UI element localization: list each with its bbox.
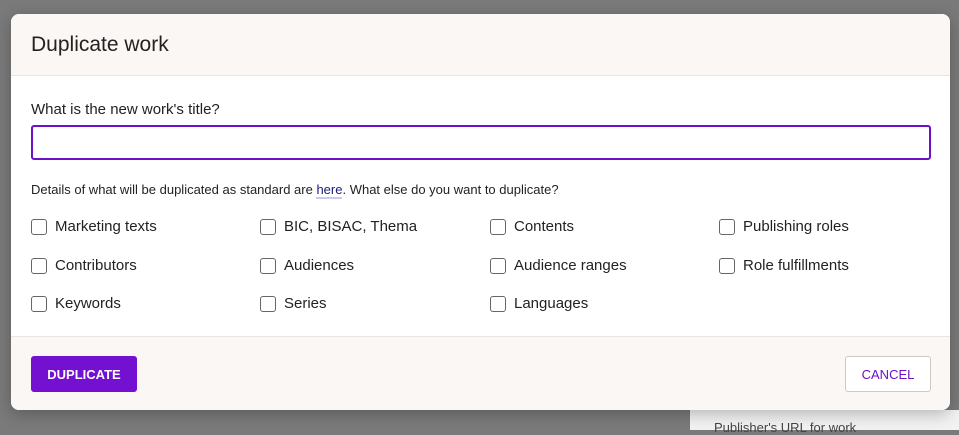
option-contributors[interactable]: Contributors: [31, 257, 137, 274]
option-label: Keywords: [55, 295, 121, 312]
option-label: Publishing roles: [743, 218, 849, 235]
dialog-title: Duplicate work: [31, 33, 169, 56]
new-title-label: What is the new work's title?: [31, 101, 220, 118]
option-bic-bisac-thema[interactable]: BIC, BISAC, Thema: [260, 218, 417, 235]
checkbox[interactable]: [490, 218, 506, 235]
option-label: Marketing texts: [55, 218, 157, 235]
checkbox[interactable]: [490, 257, 506, 274]
option-publishing-roles[interactable]: Publishing roles: [719, 218, 849, 235]
option-label: Audience ranges: [514, 257, 627, 274]
new-title-input[interactable]: [31, 125, 931, 160]
checkbox[interactable]: [31, 257, 47, 274]
option-audiences[interactable]: Audiences: [260, 257, 354, 274]
checkbox[interactable]: [260, 218, 276, 235]
option-label: Series: [284, 295, 327, 312]
option-label: Contributors: [55, 257, 137, 274]
checkbox[interactable]: [719, 218, 735, 235]
duplicate-button[interactable]: DUPLICATE: [31, 356, 137, 392]
dialog-footer: [11, 336, 950, 410]
option-keywords[interactable]: Keywords: [31, 295, 121, 312]
duplicate-work-dialog: Duplicate work What is the new work's ti…: [11, 14, 950, 410]
checkbox[interactable]: [260, 257, 276, 274]
option-series[interactable]: Series: [260, 295, 327, 312]
checkbox[interactable]: [490, 295, 506, 312]
checkbox[interactable]: [31, 295, 47, 312]
option-label: Languages: [514, 295, 589, 312]
details-here-link[interactable]: here: [316, 182, 343, 199]
option-marketing-texts[interactable]: Marketing texts: [31, 218, 157, 235]
option-label: Contents: [514, 218, 575, 235]
option-role-fulfillments[interactable]: Role fulfillments: [719, 257, 849, 274]
background-field-label: Publisher's URL for work: [714, 420, 857, 435]
option-label: BIC, BISAC, Thema: [284, 218, 418, 235]
option-languages[interactable]: Languages: [490, 295, 588, 312]
cancel-button[interactable]: CANCEL: [845, 356, 931, 392]
option-contents[interactable]: Contents: [490, 218, 574, 235]
option-audience-ranges[interactable]: Audience ranges: [490, 257, 627, 274]
details-prefix: Details of what will be duplicated as st…: [31, 182, 317, 197]
option-label: Audiences: [284, 257, 355, 274]
details-text: Details of what will be duplicated as st…: [31, 182, 559, 199]
dialog-header: Duplicate work: [11, 14, 950, 76]
option-label: Role fulfillments: [743, 257, 849, 274]
checkbox[interactable]: [260, 295, 276, 312]
details-suffix: . What else do you want to duplicate?: [342, 182, 559, 197]
checkbox[interactable]: [31, 218, 47, 235]
checkbox[interactable]: [719, 257, 735, 274]
